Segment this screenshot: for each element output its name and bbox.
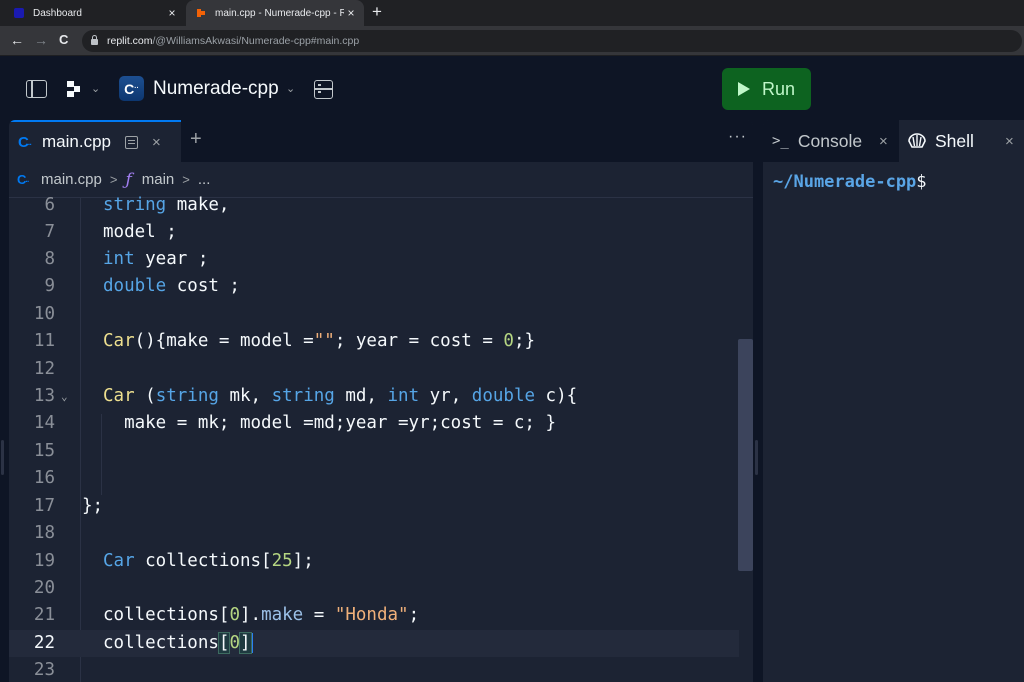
back-icon[interactable]: ← [10, 32, 24, 48]
replit-logo-icon[interactable] [67, 81, 87, 97]
close-tab-icon[interactable]: × [1005, 133, 1014, 150]
terminal-icon: >_ [772, 133, 789, 149]
project-name[interactable]: Numerade-cpp [153, 78, 279, 100]
close-tab-icon[interactable]: × [879, 133, 888, 150]
code-line: 14 make = mk; model =md;year =yr;cost = … [33, 413, 557, 433]
tab-title: main.cpp - Numerade-cpp - Replit [215, 7, 344, 19]
replit-favicon-icon [196, 8, 206, 18]
code-line: 12 [33, 359, 55, 379]
breadcrumb-ellipsis[interactable]: ... [198, 171, 211, 188]
right-tab-bar: >_ Console × Shell × [763, 120, 1024, 162]
shell-icon [908, 133, 926, 148]
code-line: 8 int year ; [44, 249, 209, 269]
code-line: 7 model ; [44, 222, 177, 242]
address-bar-row: ← → C replit.com /@WilliamsAkwasi/Numera… [0, 26, 1024, 56]
breadcrumb-function[interactable]: main [142, 171, 175, 188]
close-tab-icon[interactable]: × [344, 6, 358, 20]
url-host: replit.com [107, 35, 153, 47]
code-line: 16 [33, 468, 55, 488]
sidebar-toggle-icon[interactable] [26, 80, 47, 98]
code-line: 11 Car(){make = model =""; year = cost = … [33, 331, 536, 351]
code-line: 17}; [33, 496, 104, 516]
code-line: 18 [33, 523, 55, 543]
tab-console[interactable]: >_ Console × [763, 120, 897, 162]
code-line-active: 22 collections[0] [9, 630, 739, 657]
more-options-icon[interactable]: ··· [728, 128, 747, 146]
code-line: 9 double cost ; [44, 276, 240, 296]
pane-resize-handle[interactable] [755, 440, 758, 475]
prompt-path: ~/Numerade-cpp [773, 172, 917, 192]
cpp-language-icon: C ·· [119, 76, 144, 101]
left-resize-handle[interactable] [1, 440, 4, 475]
tab-shell[interactable]: Shell × [899, 120, 1024, 162]
browser-tab-strip: Dashboard × main.cpp - Numerade-cpp - Re… [0, 0, 1024, 26]
code-line: 15 [33, 441, 55, 461]
code-line: 6 string make, [44, 195, 230, 215]
code-line: 23 [33, 660, 55, 680]
tab-title: Dashboard [33, 7, 82, 19]
close-tab-icon[interactable]: × [152, 134, 161, 151]
run-button[interactable]: Run [722, 68, 811, 110]
url-input[interactable]: replit.com /@WilliamsAkwasi/Numerade-cpp… [82, 30, 1022, 52]
fold-chevron-icon[interactable]: ⌄ [61, 383, 68, 410]
close-tab-icon[interactable]: × [165, 6, 179, 20]
code-line: 21 collections[0].make = "Honda"; [33, 605, 420, 625]
prompt-symbol: $ [916, 172, 927, 192]
shell-panel: >_ Console × Shell × ~/Numerade-cpp$ [763, 120, 1024, 682]
editor-tab-bar: C·· main.cpp × + ··· [9, 120, 753, 162]
play-icon [737, 82, 750, 96]
new-tab-button[interactable]: + [372, 2, 382, 22]
add-tab-button[interactable]: + [190, 128, 202, 151]
database-icon[interactable] [314, 80, 333, 99]
tab-filename: main.cpp [42, 132, 111, 151]
code-line: 13 ⌄ Car (string mk, string md, int yr, do… [9, 383, 739, 410]
lock-icon [91, 35, 98, 45]
editor-scrollbar-thumb[interactable] [738, 339, 753, 571]
text-cursor [250, 633, 253, 653]
replit-favicon-icon [14, 8, 24, 18]
breadcrumb-separator: > [182, 172, 190, 187]
shell-prompt[interactable]: ~/Numerade-cpp$ [773, 172, 927, 192]
breadcrumb-separator: > [109, 172, 118, 187]
reload-icon[interactable]: C [59, 32, 68, 47]
tab-label: Shell [935, 130, 974, 151]
file-preview-icon[interactable] [124, 135, 138, 149]
browser-tab-dashboard[interactable]: Dashboard × [0, 0, 185, 26]
cpp-file-icon: C·· [18, 133, 32, 151]
editor-tab-main-cpp[interactable]: C·· main.cpp × [9, 120, 181, 162]
breadcrumb-file[interactable]: main.cpp [41, 171, 102, 188]
url-path: /@WilliamsAkwasi/Numerade-cpp#main.cpp [152, 35, 360, 47]
code-line: 19 Car collections[25]; [33, 551, 314, 571]
code-line: 20 [33, 578, 55, 598]
tab-label: Console [797, 130, 863, 151]
code-editor-panel: C·· main.cpp × + ··· C·· main.cpp > ƒ ma… [9, 120, 753, 682]
forward-icon[interactable]: → [34, 32, 48, 48]
cpp-file-icon: C·· [17, 172, 30, 187]
code-area[interactable]: 6 string make, 7 model ; 8 int year ; 9 doub… [9, 195, 753, 682]
browser-tab-main-cpp[interactable]: main.cpp - Numerade-cpp - Replit × [186, 0, 364, 26]
project-chevron-down-icon[interactable]: ⌄ [286, 82, 295, 95]
code-line: 10 [33, 304, 55, 324]
function-icon: ƒ [125, 169, 132, 190]
run-label: Run [761, 78, 796, 99]
logo-chevron-down-icon[interactable]: ⌄ [91, 82, 100, 95]
